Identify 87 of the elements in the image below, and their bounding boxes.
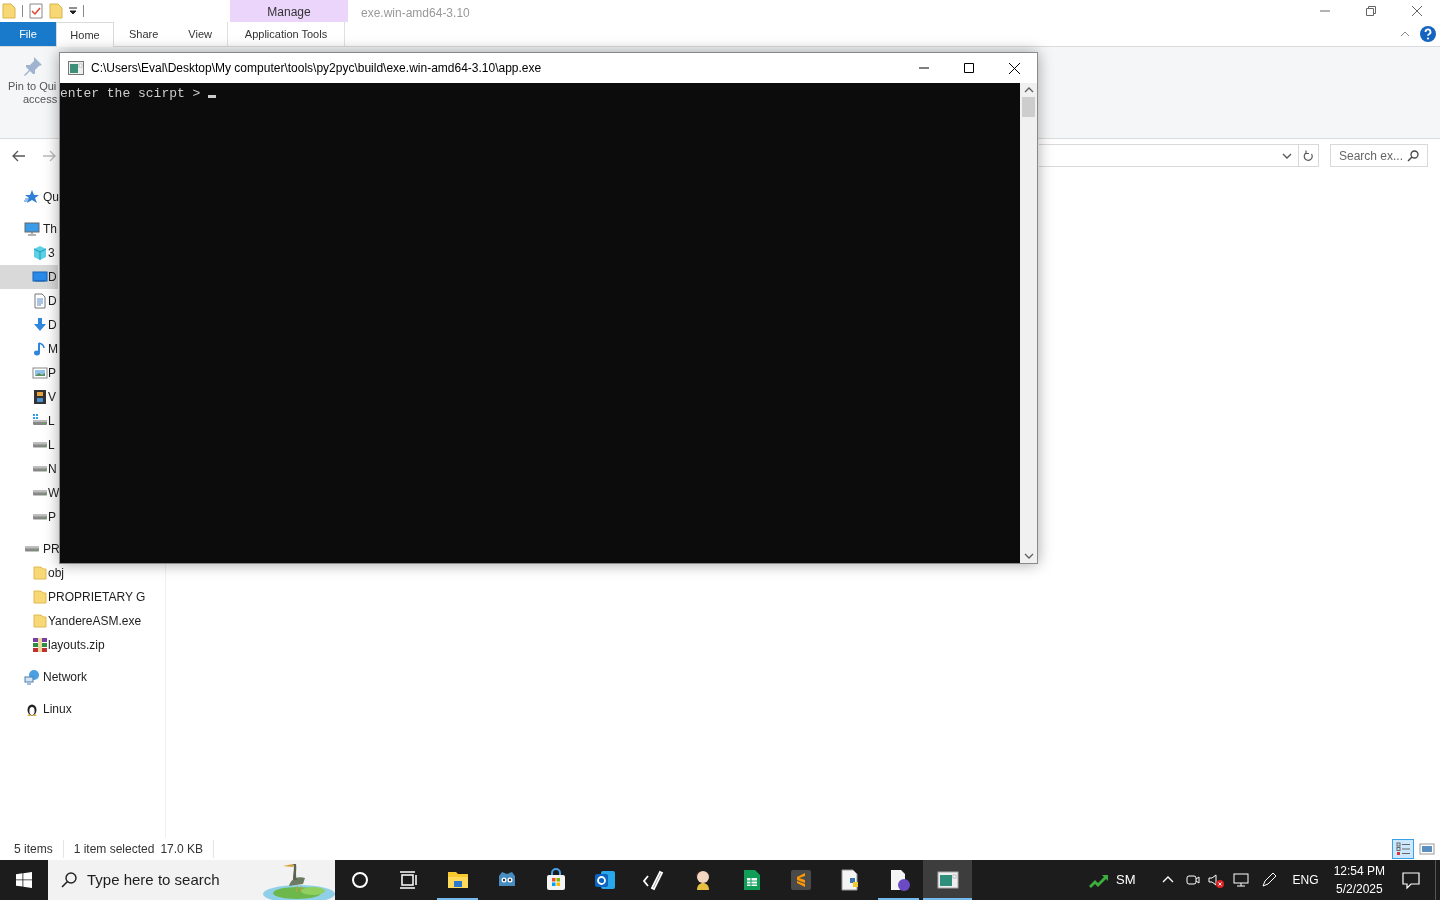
- nav-item[interactable]: Network: [0, 665, 88, 689]
- taskbar-search-field[interactable]: Type here to search: [48, 860, 335, 900]
- nav-item[interactable]: Linux: [0, 697, 73, 721]
- nav-item[interactable]: L: [0, 433, 56, 457]
- tray-label[interactable]: SM: [1116, 870, 1136, 890]
- nav-item[interactable]: 3: [0, 241, 56, 265]
- clock[interactable]: 12:54 PM 5/2/2025: [1333, 862, 1385, 898]
- nav-item[interactable]: PR: [0, 537, 61, 561]
- nav-item[interactable]: layouts.zip: [0, 633, 106, 657]
- search-field[interactable]: Search ex...: [1330, 144, 1428, 167]
- folder-icon: [32, 613, 48, 629]
- drive-icon: [32, 514, 48, 520]
- monitor-icon: [24, 221, 40, 237]
- help-icon[interactable]: [1420, 26, 1436, 42]
- nav-item[interactable]: P: [0, 505, 57, 529]
- scrollbar[interactable]: [1020, 83, 1037, 563]
- details-list-icon: [1395, 841, 1411, 857]
- search-icon: [1407, 149, 1419, 162]
- close-icon: [1412, 6, 1422, 16]
- selection-size: 17.0 KB: [154, 840, 215, 858]
- item-count: 5 items: [14, 840, 64, 858]
- picture-frame-icon: [32, 365, 48, 381]
- window-title: exe.win-amd64-3.10: [361, 5, 470, 22]
- music-note-icon: [32, 341, 48, 357]
- picture-thumbnail-icon: [1419, 841, 1435, 857]
- ribbon-tab[interactable]: View: [173, 22, 227, 46]
- nav-item[interactable]: D: [0, 289, 58, 313]
- network-icon: [24, 669, 40, 685]
- dropdown-caret-icon[interactable]: [1282, 152, 1292, 159]
- nav-item[interactable]: P: [0, 361, 57, 385]
- file-menu-tab[interactable]: File: [0, 22, 56, 46]
- drive-icon: [32, 490, 48, 496]
- scroll-thumb[interactable]: [1022, 97, 1035, 117]
- ribbon-tab[interactable]: Application Tools: [227, 22, 345, 46]
- refresh-icon: [1303, 149, 1314, 162]
- properties-icon[interactable]: [29, 3, 43, 19]
- pen-icon: [641, 868, 666, 892]
- nav-item[interactable]: N: [0, 457, 58, 481]
- window-icon: [935, 868, 960, 892]
- windows-logo-icon: [16, 872, 32, 888]
- console-prompt: enter the scirpt >: [60, 85, 202, 103]
- language-indicator[interactable]: ENG: [1292, 871, 1319, 889]
- nav-item[interactable]: W: [0, 481, 61, 505]
- nav-item[interactable]: L: [0, 409, 56, 433]
- taskbar-app-button[interactable]: [923, 860, 972, 900]
- nav-item[interactable]: D: [0, 313, 58, 337]
- search-icon: [61, 872, 77, 888]
- nav-item[interactable]: YandereASM.exe: [0, 609, 143, 633]
- context-tab-group: Manage: [230, 0, 348, 22]
- folder-icon: [32, 589, 48, 605]
- pin-button[interactable]: Pin to Qui access: [8, 47, 58, 138]
- drive-icon: [24, 546, 40, 552]
- restore-icon: [1366, 6, 1376, 16]
- download-icon: [32, 317, 48, 333]
- network-icon[interactable]: [1230, 870, 1251, 890]
- details-view-button[interactable]: [1392, 839, 1414, 859]
- customize-caret-icon[interactable]: [69, 7, 77, 15]
- nav-item[interactable]: D: [0, 265, 58, 289]
- close-icon: [1008, 62, 1020, 74]
- nav-item[interactable]: Qu: [0, 185, 60, 209]
- drive-icon: [32, 466, 48, 472]
- cube-icon: [32, 245, 48, 261]
- star-icon: [24, 189, 40, 205]
- nav-item[interactable]: V: [0, 385, 57, 409]
- drive-icon: [32, 442, 48, 448]
- document-icon: [32, 293, 48, 309]
- film-icon: [32, 389, 48, 405]
- desktop-icon: [32, 269, 48, 285]
- archive-icon: [32, 637, 48, 653]
- collapse-ribbon-icon[interactable]: [1400, 31, 1410, 37]
- mail-icon: [592, 868, 617, 892]
- nav-item[interactable]: Th: [0, 217, 58, 241]
- ribbon-tab[interactable]: Home: [56, 22, 114, 47]
- notification-icon[interactable]: [1401, 870, 1421, 890]
- nav-item[interactable]: PROPRIETARY G: [0, 585, 147, 609]
- folder-icon: [32, 565, 48, 581]
- maximize-icon: [963, 63, 974, 73]
- back-icon[interactable]: [12, 149, 26, 162]
- window-title: C:\Users\Eval\Desktop\My computer\tools\py2pyc\build\exe.win-amd64-3.10\app.exe: [91, 60, 542, 77]
- text-cursor: [208, 95, 217, 98]
- console-app-icon: [68, 61, 84, 75]
- editor-icon: [788, 868, 813, 892]
- ribbon-tab[interactable]: Share: [114, 22, 174, 46]
- address-field[interactable]: [1039, 144, 1319, 167]
- selection-info: 1 item selected: [72, 841, 155, 858]
- nav-item[interactable]: obj: [0, 561, 65, 585]
- nav-item[interactable]: M: [0, 337, 59, 361]
